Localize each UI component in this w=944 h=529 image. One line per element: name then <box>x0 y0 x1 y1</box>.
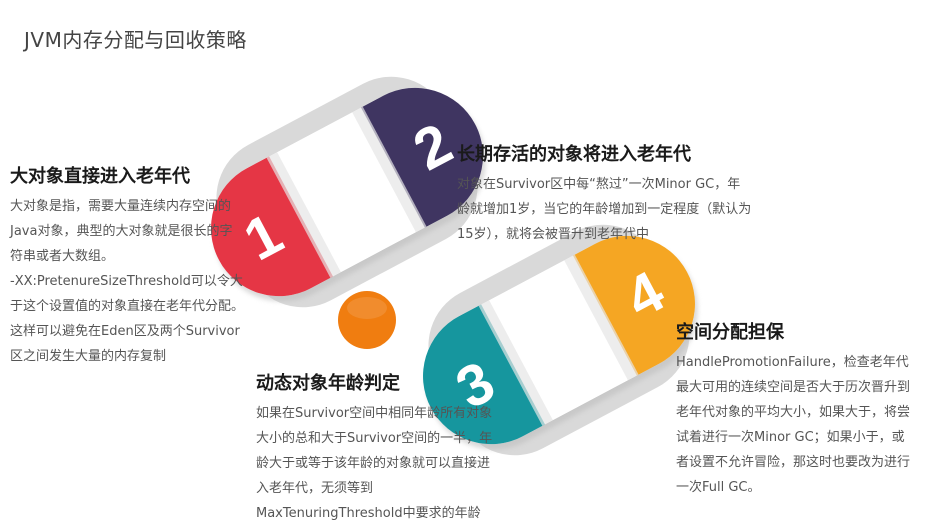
step-3-line: 入老年代，无须等到 <box>256 481 374 496</box>
step-3-heading: 动态对象年龄判定 <box>256 373 400 394</box>
step-2-block: 长期存活的对象将进入老年代 对象在Survivor区中每“熬过”一次Minor … <box>457 140 787 247</box>
step-1-heading: 大对象直接进入老年代 <box>10 166 190 187</box>
step-3-description: 如果在Survivor空间中相同年龄所有对象 大小的总和大于Survivor空间… <box>256 401 516 526</box>
step-4-block: 空间分配担保 HandlePromotionFailure，检查老年代 最大可用… <box>676 318 936 500</box>
step-1-line: 符串或者大数组。 <box>10 249 115 264</box>
step-3-line: 龄大于或等于该年龄的对象就可以直接进 <box>256 456 491 471</box>
step-1-description: 大对象是指，需要大量连续内存空间的 Java对象，典型的大对象就是很长的字 符串… <box>10 194 255 369</box>
step-4-description: HandlePromotionFailure，检查老年代 最大可用的连续空间是否… <box>676 350 936 500</box>
step-2-line: 龄就增加1岁，当它的年龄增加到一定程度（默认为 <box>457 202 752 217</box>
step-4-line: 试着进行一次Minor GC；如果小于，或 <box>676 430 905 445</box>
step-4-line: 一次Full GC。 <box>676 480 761 495</box>
step-2-line: 对象在Survivor区中每“熬过”一次Minor GC，年 <box>457 177 741 192</box>
step-1-line: 区之间发生大量的内存复制 <box>10 349 167 364</box>
step-3-line: 大小的总和大于Survivor空间的一半，年 <box>256 431 493 446</box>
step-2-heading: 长期存活的对象将进入老年代 <box>457 144 691 165</box>
step-4-line: HandlePromotionFailure，检查老年代 <box>676 355 909 370</box>
step-1-line: -XX:PretenureSizeThreshold可以令大 <box>10 274 243 289</box>
step-2-description: 对象在Survivor区中每“熬过”一次Minor GC，年 龄就增加1岁，当它… <box>457 172 787 247</box>
step-4-line: 老年代对象的平均大小，如果大于，将尝 <box>676 405 911 420</box>
step-1-line: Java对象，典型的大对象就是很长的字 <box>10 224 233 239</box>
step-3-block: 动态对象年龄判定 如果在Survivor空间中相同年龄所有对象 大小的总和大于S… <box>256 369 516 526</box>
step-2-line: 15岁），就将会被晋升到老年代中 <box>457 227 650 242</box>
step-1-line: 这样可以避免在Eden区及两个Survivor <box>10 324 240 339</box>
step-3-line: 如果在Survivor空间中相同年龄所有对象 <box>256 406 493 421</box>
step-4-line: 者设置不允许冒险，那这时也要改为进行 <box>676 455 911 470</box>
step-1-line: 大对象是指，需要大量连续内存空间的 <box>10 199 232 214</box>
step-1-block: 大对象直接进入老年代 大对象是指，需要大量连续内存空间的 Java对象，典型的大… <box>10 162 255 369</box>
step-4-heading: 空间分配担保 <box>676 322 784 343</box>
step-1-line: 于这个设置值的对象直接在老年代分配。 <box>10 299 245 314</box>
step-4-line: 最大可用的连续空间是否大于历次晋升到 <box>676 380 911 395</box>
step-3-line: MaxTenuringThreshold中要求的年龄 <box>256 506 481 521</box>
